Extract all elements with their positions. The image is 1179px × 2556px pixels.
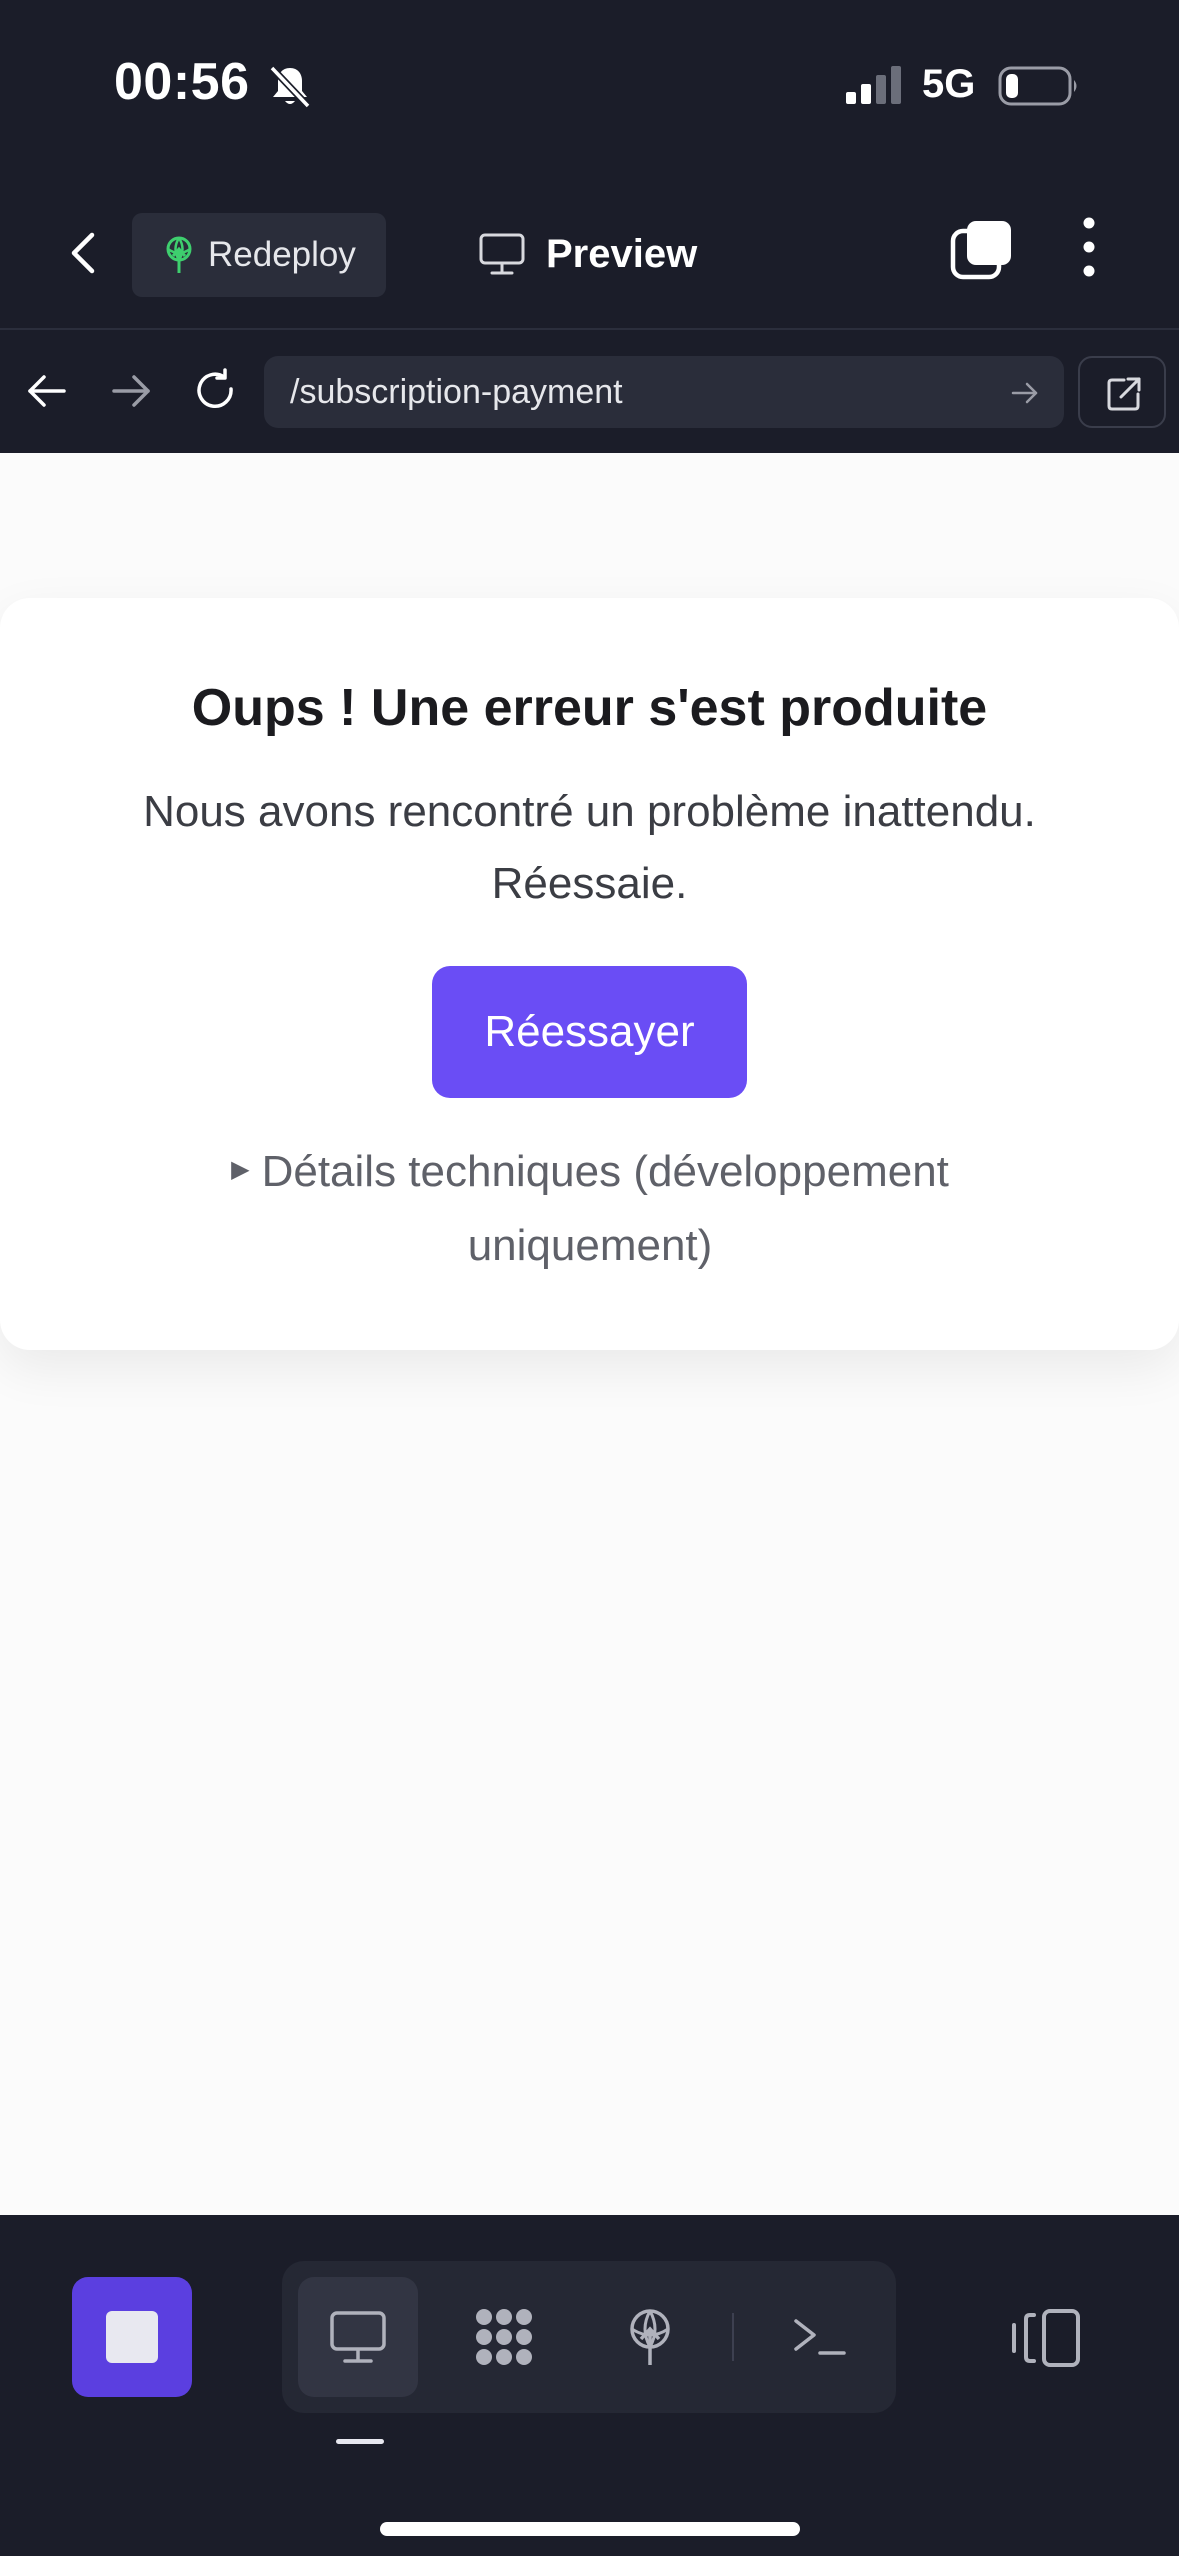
preview-tab: Preview bbox=[478, 225, 697, 283]
nav-back-arrow-icon[interactable] bbox=[24, 368, 70, 414]
windows-switcher-icon[interactable] bbox=[950, 219, 1014, 281]
retry-button[interactable]: Réessayer bbox=[432, 966, 747, 1098]
error-card: Oups ! Une erreur s'est produite Nous av… bbox=[0, 598, 1179, 1350]
monitor-icon bbox=[330, 2311, 386, 2363]
active-tab-indicator bbox=[336, 2439, 384, 2444]
error-title: Oups ! Une erreur s'est produite bbox=[191, 679, 988, 737]
url-input[interactable] bbox=[290, 356, 990, 428]
redeploy-label: Redeploy bbox=[208, 235, 356, 274]
technical-details-toggle[interactable]: ▶ Détails techniques (développement uniqu… bbox=[190, 1136, 990, 1282]
back-chevron-icon[interactable] bbox=[60, 227, 112, 279]
page-title: Preview bbox=[546, 231, 698, 276]
app-header: Redeploy Preview bbox=[0, 175, 1179, 330]
monitor-icon bbox=[479, 233, 525, 275]
tool-preview[interactable] bbox=[298, 2277, 418, 2397]
terminal-icon bbox=[794, 2319, 846, 2355]
deploy-icon bbox=[630, 2309, 670, 2365]
open-external-button[interactable] bbox=[1078, 356, 1166, 428]
home-indicator[interactable] bbox=[380, 2522, 800, 2536]
redeploy-button[interactable]: Redeploy bbox=[132, 213, 386, 297]
toolbar-divider bbox=[732, 2313, 734, 2361]
tool-group bbox=[282, 2261, 896, 2413]
tool-apps[interactable] bbox=[444, 2277, 564, 2397]
url-field[interactable] bbox=[264, 356, 1064, 428]
stop-icon bbox=[106, 2311, 158, 2363]
technical-details-label: Détails techniques (développement unique… bbox=[261, 1147, 949, 1271]
preview-viewport: Oups ! Une erreur s'est produite Nous av… bbox=[0, 453, 1179, 2215]
url-bar bbox=[0, 332, 1179, 452]
split-view-icon[interactable] bbox=[1010, 2307, 1082, 2369]
network-type: 5G bbox=[922, 62, 976, 106]
status-bar: 00:56 5G bbox=[0, 0, 1179, 175]
tool-terminal[interactable] bbox=[760, 2277, 880, 2397]
battery-icon bbox=[998, 66, 1077, 106]
bottom-toolbar bbox=[0, 2215, 1179, 2556]
disclosure-triangle-icon: ▶ bbox=[231, 1156, 250, 1184]
error-message: Nous avons rencontré un problème inatten… bbox=[143, 787, 1036, 908]
status-time: 00:56 bbox=[114, 53, 250, 111]
external-link-icon bbox=[1107, 377, 1141, 411]
go-arrow-icon[interactable] bbox=[1010, 378, 1040, 408]
tool-deploy[interactable] bbox=[590, 2277, 710, 2397]
cellular-signal-icon bbox=[846, 66, 901, 104]
deploy-icon bbox=[166, 236, 192, 273]
reload-icon[interactable] bbox=[192, 368, 238, 414]
apps-grid-icon bbox=[476, 2309, 532, 2365]
nav-forward-arrow-icon[interactable] bbox=[108, 368, 154, 414]
stop-button[interactable] bbox=[72, 2277, 192, 2397]
bell-muted-icon bbox=[269, 65, 311, 109]
more-options-icon[interactable] bbox=[1076, 215, 1102, 279]
